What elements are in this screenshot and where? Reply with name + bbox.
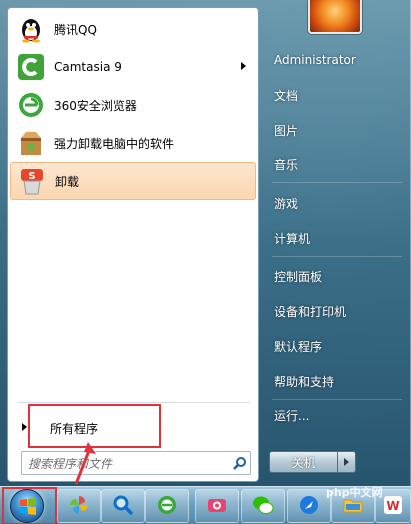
start-button[interactable] — [2, 487, 57, 524]
right-item-default-programs[interactable]: 默认程序 — [266, 333, 406, 359]
right-item-help-support[interactable]: 帮助和支持 — [266, 368, 406, 394]
right-item-label: 设备和打印机 — [274, 304, 347, 319]
right-divider — [272, 182, 402, 183]
pinned-app-list: 腾讯QQ Camtasia 9 360安全浏览器 强力卸载电脑中的软件 S 卸载 — [8, 8, 258, 200]
right-item-music[interactable]: 音乐 — [266, 151, 406, 177]
app-label: 腾讯QQ — [54, 22, 97, 37]
right-item-games[interactable]: 游戏 — [266, 190, 406, 216]
start-menu-right-pane: Administrator 文档 图片 音乐 游戏 计算机 控制面板 设备和打印… — [262, 0, 411, 486]
right-item-label: Administrator — [274, 53, 356, 67]
camera-app-icon — [206, 494, 228, 519]
right-item-label: 帮助和支持 — [274, 374, 335, 389]
shutdown-button[interactable]: 关机 — [269, 451, 338, 473]
sogou-uninstall-icon: S — [17, 166, 47, 196]
right-item-label: 游戏 — [274, 196, 299, 211]
taskbar-pinwheel[interactable] — [57, 489, 101, 523]
expand-arrow-icon — [22, 423, 27, 431]
app-label: 360安全浏览器 — [54, 98, 137, 113]
app-item-360-browser[interactable]: 360安全浏览器 — [10, 86, 256, 124]
start-menu: 腾讯QQ Camtasia 9 360安全浏览器 强力卸载电脑中的软件 S 卸载… — [0, 0, 411, 486]
wechat-icon — [251, 494, 275, 519]
watermark-text: php中文网 — [326, 486, 383, 499]
right-item-documents[interactable]: 文档 — [266, 82, 406, 108]
right-item-administrator[interactable]: Administrator — [266, 47, 406, 73]
right-divider — [272, 399, 402, 400]
svg-text:W: W — [386, 499, 399, 513]
app-label: 卸载 — [55, 174, 80, 189]
annotation-box-all-programs — [28, 404, 161, 448]
right-item-label: 运行... — [274, 408, 310, 423]
taskbar-search-app[interactable] — [101, 489, 145, 523]
taskbar-camera-app[interactable] — [195, 489, 239, 523]
search-icon[interactable] — [230, 453, 250, 473]
feather-app-icon — [298, 494, 320, 519]
right-item-devices-printers[interactable]: 设备和打印机 — [266, 298, 406, 324]
360-browser-icon — [16, 90, 46, 120]
camtasia-icon — [16, 52, 46, 82]
app-label: Camtasia 9 — [54, 60, 122, 74]
pinwheel-icon — [68, 494, 90, 519]
right-item-label: 图片 — [274, 123, 299, 138]
search-placeholder: 搜索程序和文件 — [28, 456, 113, 471]
search-input[interactable]: 搜索程序和文件 — [21, 451, 251, 475]
shutdown-options-button[interactable] — [338, 451, 356, 473]
right-item-control-panel[interactable]: 控制面板 — [266, 263, 406, 289]
right-item-pictures[interactable]: 图片 — [266, 117, 406, 143]
app-label: 强力卸载电脑中的软件 — [54, 136, 175, 151]
right-item-label: 控制面板 — [274, 269, 323, 284]
taskbar-feather-app[interactable] — [287, 489, 331, 523]
right-item-computer[interactable]: 计算机 — [266, 225, 406, 251]
right-item-run[interactable]: 运行... — [266, 402, 406, 428]
magnifier-icon — [112, 494, 134, 519]
taskbar-360-browser[interactable] — [145, 489, 189, 523]
app-item-uninstall[interactable]: S 卸载 — [10, 162, 256, 200]
right-item-label: 默认程序 — [274, 339, 323, 354]
user-picture[interactable] — [308, 0, 362, 34]
annotation-box-start — [2, 487, 57, 524]
right-divider — [272, 256, 402, 257]
right-item-label: 计算机 — [274, 231, 311, 246]
submenu-arrow-icon[interactable] — [241, 62, 246, 70]
app-item-force-uninstall[interactable]: 强力卸载电脑中的软件 — [10, 124, 256, 162]
uninstall-box-icon — [16, 128, 46, 158]
app-item-qq[interactable]: 腾讯QQ — [10, 10, 256, 48]
svg-text:S: S — [28, 171, 35, 182]
right-item-label: 文档 — [274, 88, 299, 103]
qq-penguin-icon — [16, 14, 46, 44]
taskbar-wechat[interactable] — [241, 489, 285, 523]
right-item-label: 音乐 — [274, 157, 299, 172]
app-item-camtasia[interactable]: Camtasia 9 — [10, 48, 256, 86]
menu-divider — [18, 402, 250, 403]
360-browser-icon — [156, 494, 178, 519]
